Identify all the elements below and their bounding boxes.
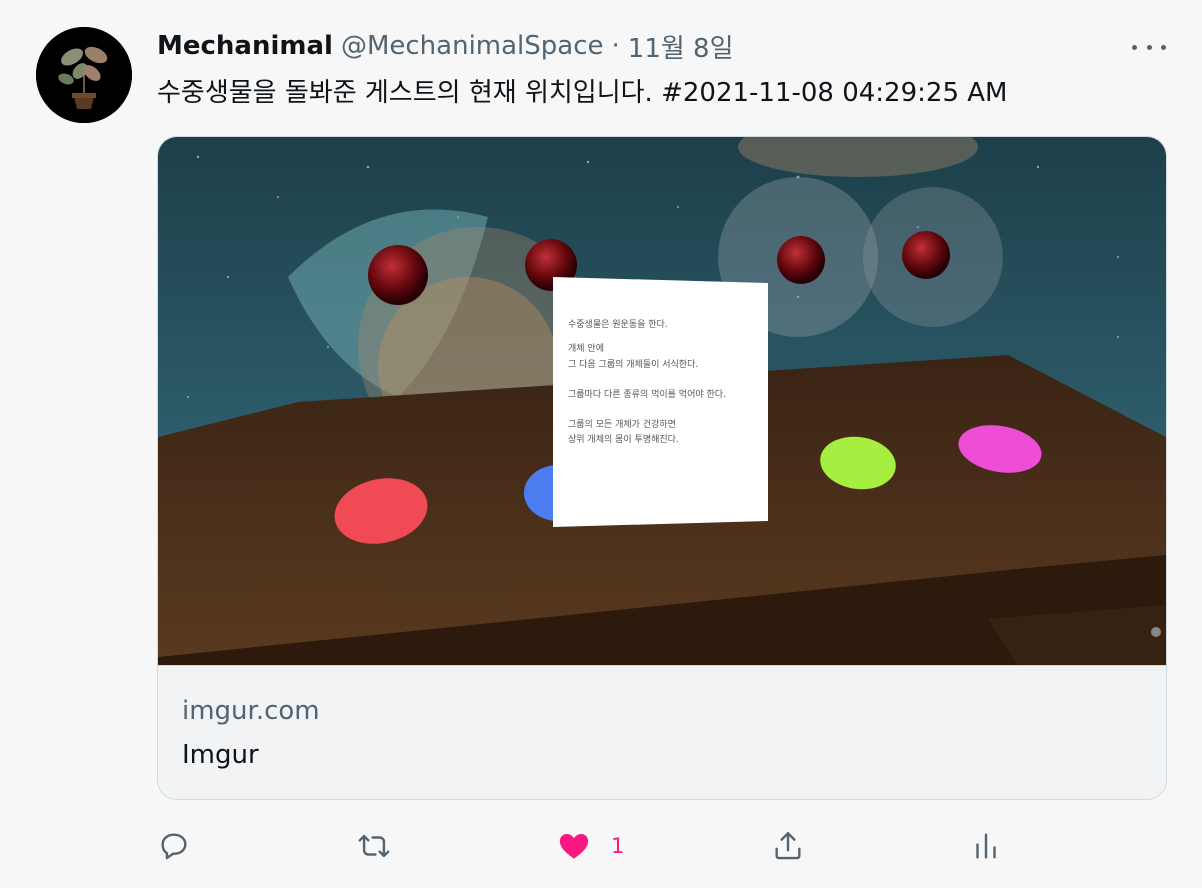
note-line: 수중생물은 원운동을 한다.: [568, 319, 668, 330]
note-line: 개체 안에: [568, 343, 604, 354]
avatar[interactable]: [36, 27, 132, 123]
note-line: 상위 개체의 몸이 투명해진다.: [568, 434, 679, 445]
reply-icon: [161, 833, 187, 860]
like-button[interactable]: 1: [557, 826, 624, 866]
card-title: Imgur: [182, 740, 259, 770]
card-meta[interactable]: imgur.com Imgur: [158, 665, 1166, 799]
author-name[interactable]: Mechanimal: [157, 31, 333, 61]
more-dot: [1146, 44, 1152, 50]
heart-icon: [559, 833, 589, 859]
author-handle[interactable]: @MechanimalSpace: [341, 31, 604, 61]
reply-button[interactable]: [157, 826, 191, 866]
tweet-header: Mechanimal @MechanimalSpace · 11월 8일: [157, 28, 734, 64]
separator-dot: ·: [611, 31, 620, 61]
more-dot: [1132, 44, 1137, 50]
card-image[interactable]: 수중생물은 원운동을 한다. 개체 안에 그 다음 그룹의 개체들이 서식한다.…: [158, 137, 1166, 665]
retweet-button[interactable]: [357, 826, 391, 866]
note-line: 그 다음 그룹의 개체들이 서식한다.: [568, 359, 698, 370]
note-line: 그룹마다 다른 종류의 먹이를 먹어야 한다.: [568, 389, 726, 400]
tweet-actions: 1: [157, 826, 1177, 866]
vr-scene-image: 수중생물은 원운동을 한다. 개체 안에 그 다음 그룹의 개체들이 서식한다.…: [158, 137, 1166, 665]
more-options-icon[interactable]: [1132, 36, 1166, 58]
like-count: 1: [611, 834, 625, 858]
analytics-icon: [976, 833, 996, 859]
share-button[interactable]: [771, 826, 805, 866]
analytics-button[interactable]: [969, 826, 1003, 866]
card-domain: imgur.com: [182, 696, 320, 726]
note-line: 그룹의 모든 개체가 건강하면: [568, 419, 676, 430]
plant-avatar-image: [36, 27, 132, 123]
more-dot: [1161, 44, 1166, 50]
tweet-text: 수중생물을 돌봐준 게스트의 현재 위치입니다. #2021-11-08 04:…: [157, 78, 1008, 108]
share-icon: [775, 832, 801, 860]
retweet-icon: [358, 834, 390, 858]
tweet-date[interactable]: 11월 8일: [628, 28, 734, 65]
link-card[interactable]: 수중생물은 원운동을 한다. 개체 안에 그 다음 그룹의 개체들이 서식한다.…: [157, 136, 1167, 800]
